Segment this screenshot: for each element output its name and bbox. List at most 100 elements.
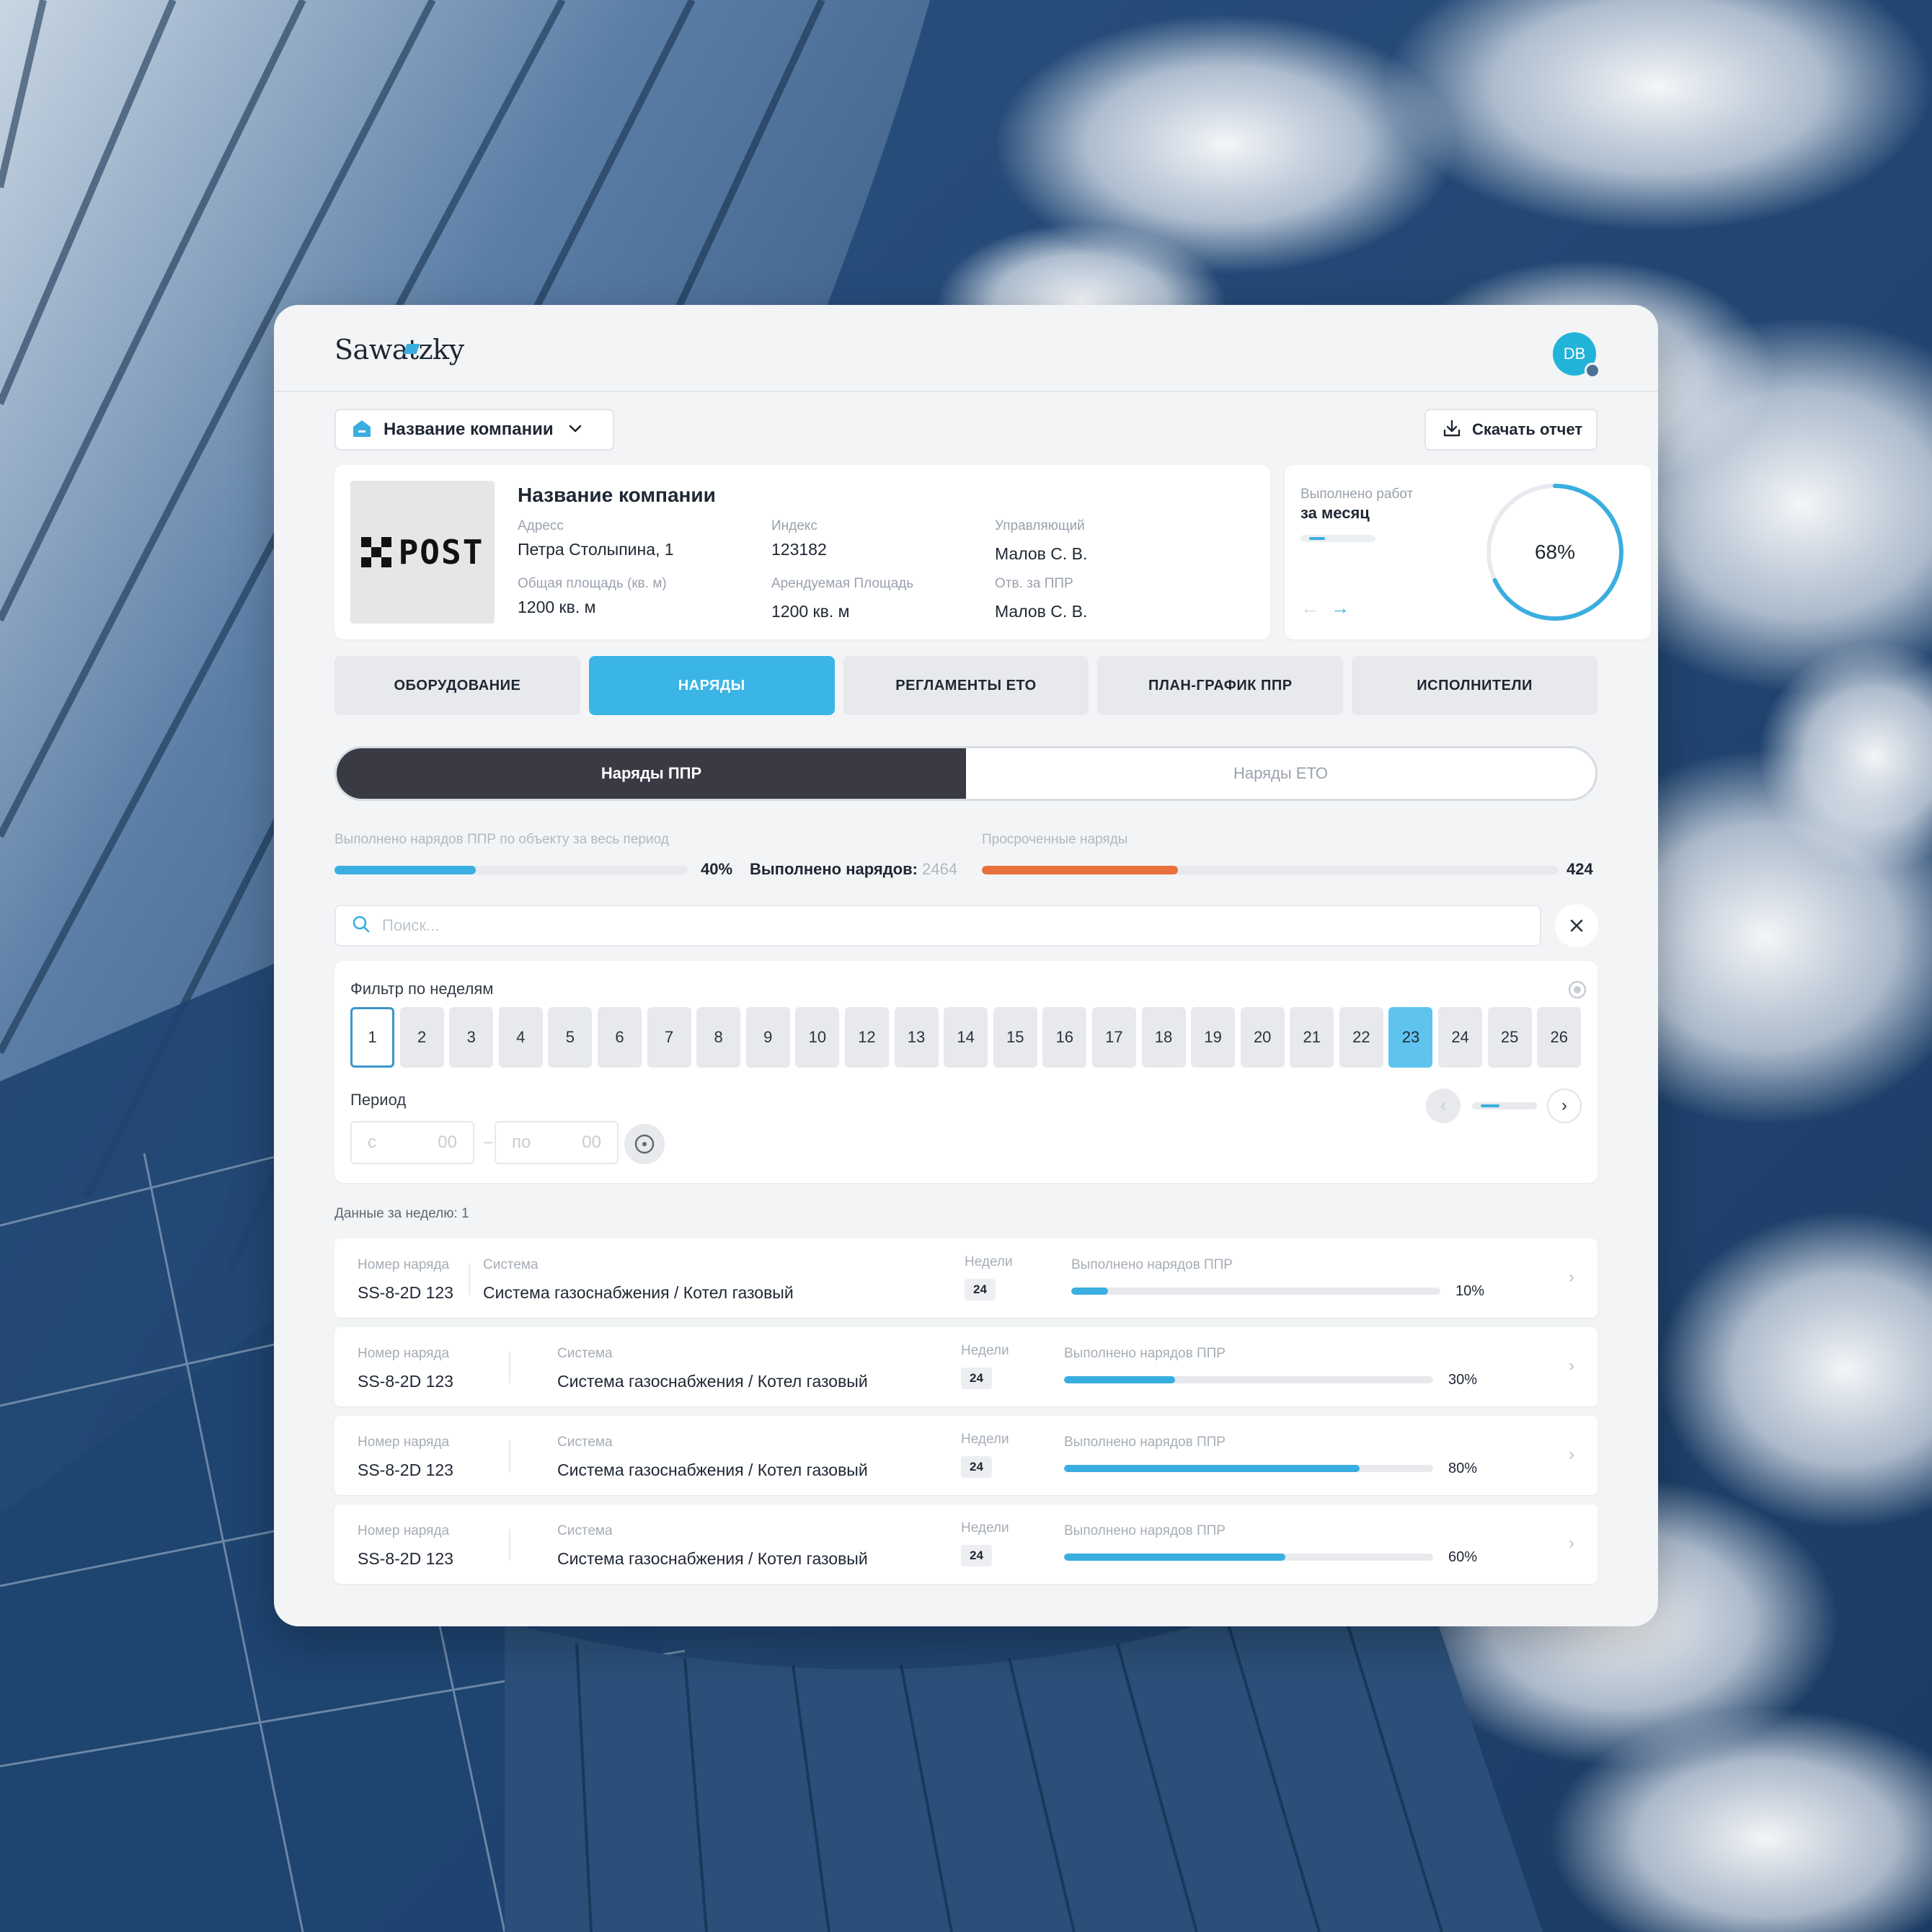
order-system-col: Система Система газоснабжения / Котел га…	[483, 1257, 794, 1303]
weeks-prev-button[interactable]: ‹	[1426, 1089, 1461, 1123]
period-to-input[interactable]: по 00	[495, 1121, 619, 1164]
week-button[interactable]: 26	[1537, 1007, 1582, 1068]
order-progress-label: Выполнено нарядов ППР	[1071, 1257, 1233, 1272]
week-filter-title: Фильтр по неделям	[350, 980, 494, 998]
order-weeks-badge: 24	[961, 1545, 992, 1567]
week-button[interactable]: 5	[548, 1007, 593, 1068]
week-button[interactable]: 2	[399, 1007, 444, 1068]
address-value: Петра Столыпина, 1	[518, 540, 674, 559]
week-buttons: 1 2 3 4 5 6 7 8 9 10 12 13 14 15 16 17 18 19 20 21 22 23 24 25 2…	[350, 1007, 1582, 1068]
week-button[interactable]: 10	[795, 1007, 840, 1068]
ppr-responsible-label: Отв. за ППР	[995, 576, 1073, 591]
week-button[interactable]: 24	[1438, 1007, 1483, 1068]
order-weeks-badge: 24	[961, 1368, 992, 1389]
area-value: 1200 кв. м	[518, 598, 596, 616]
week-button[interactable]: 21	[1290, 1007, 1334, 1068]
arrow-right-icon[interactable]: →	[1331, 597, 1350, 619]
week-button[interactable]: 4	[498, 1007, 543, 1068]
company-select-label: Название компании	[384, 420, 554, 439]
status-dot	[1585, 363, 1600, 378]
company-select[interactable]: Название компании	[334, 409, 614, 451]
order-progress-col: Выполнено нарядов ППР	[1064, 1435, 1226, 1450]
order-weeks-label: Недели	[961, 1343, 1009, 1358]
order-progress-bar	[1064, 1376, 1433, 1383]
column-divider	[509, 1440, 510, 1472]
tab-equipment[interactable]: ОБОРУДОВАНИЕ	[334, 656, 580, 715]
address-field: Адресс Петра Столыпина, 1	[518, 518, 674, 559]
order-progress-label: Выполнено нарядов ППР	[1064, 1435, 1226, 1450]
tab-orders[interactable]: НАРЯДЫ	[588, 656, 835, 715]
order-row[interactable]: Номер наряда SS-8-2D 123 Система Система…	[334, 1416, 1598, 1495]
order-row[interactable]: Номер наряда SS-8-2D 123 Система Система…	[334, 1238, 1598, 1318]
order-progress-bar	[1071, 1288, 1440, 1295]
weeks-next-button[interactable]: ›	[1547, 1089, 1582, 1123]
period-reset-button[interactable]	[624, 1124, 665, 1164]
segment-eto-orders[interactable]: Наряды ЕТО	[966, 748, 1595, 799]
week-button[interactable]: 1	[350, 1007, 394, 1068]
week-button[interactable]: 8	[696, 1007, 741, 1068]
segment-ppr-orders[interactable]: Наряды ППР	[337, 748, 966, 799]
week-button[interactable]: 18	[1141, 1007, 1186, 1068]
order-weeks-label: Недели	[961, 1520, 1009, 1536]
order-number-label: Номер наряда	[358, 1346, 450, 1361]
order-progress-percent: 60%	[1448, 1549, 1478, 1565]
index-label: Индекс	[771, 518, 817, 533]
week-button[interactable]: 12	[844, 1007, 889, 1068]
clear-search-button[interactable]	[1555, 904, 1598, 947]
period-to-placeholder: по	[512, 1133, 531, 1152]
download-report-label: Скачать отчет	[1472, 420, 1583, 438]
week-button[interactable]: 22	[1339, 1007, 1383, 1068]
works-progress-card: Выполнено работ за месяц ← → 68%	[1285, 465, 1651, 639]
order-number-label: Номер наряда	[358, 1435, 450, 1450]
period-title: Период	[350, 1091, 407, 1109]
search-input[interactable]	[382, 916, 1463, 935]
manager-label: Управляющий	[995, 518, 1085, 533]
week-button[interactable]: 23	[1388, 1007, 1433, 1068]
download-icon	[1442, 418, 1462, 442]
filter-reset-icon[interactable]	[1568, 980, 1587, 1003]
order-number-label: Номер наряда	[358, 1257, 450, 1272]
week-button[interactable]: 7	[647, 1007, 691, 1068]
order-number: SS-8-2D 123	[358, 1461, 453, 1479]
week-button[interactable]: 3	[449, 1007, 494, 1068]
tab-ppr-schedule[interactable]: ПЛАН-ГРАФИК ППР	[1097, 656, 1344, 715]
arrow-left-icon[interactable]: ←	[1300, 597, 1319, 619]
chevron-right-icon: ›	[1569, 1356, 1574, 1375]
order-weeks-label: Недели	[961, 1432, 1009, 1447]
order-progress-fill	[1064, 1554, 1286, 1561]
order-system-col: Система Система газоснабжения / Котел га…	[557, 1346, 868, 1391]
done-progress-fill	[334, 866, 476, 874]
tab-executors[interactable]: ИСПОЛНИТЕЛИ	[1352, 656, 1598, 715]
week-data-label: Данные за неделю: 1	[334, 1206, 469, 1221]
week-button[interactable]: 16	[1042, 1007, 1087, 1068]
week-button[interactable]: 9	[745, 1007, 790, 1068]
week-button[interactable]: 15	[993, 1007, 1037, 1068]
period-from-input[interactable]: с 00	[350, 1121, 474, 1164]
week-button[interactable]: 14	[944, 1007, 988, 1068]
index-field: Индекс 123182	[771, 518, 827, 559]
week-button[interactable]: 13	[894, 1007, 939, 1068]
order-number-col: Номер наряда SS-8-2D 123	[358, 1257, 453, 1303]
order-progress-col: Выполнено нарядов ППР	[1064, 1346, 1226, 1362]
order-number-col: Номер наряда SS-8-2D 123	[358, 1523, 453, 1569]
order-weeks-col: Недели 24	[965, 1254, 1013, 1300]
order-progress-fill	[1071, 1288, 1109, 1295]
order-progress-percent: 10%	[1455, 1283, 1485, 1299]
user-avatar[interactable]: DB	[1553, 332, 1600, 378]
order-number: SS-8-2D 123	[358, 1549, 453, 1568]
week-button[interactable]: 25	[1487, 1007, 1532, 1068]
order-row[interactable]: Номер наряда SS-8-2D 123 Система Система…	[334, 1327, 1598, 1406]
brand-logo[interactable]: Sawatzky	[334, 334, 464, 365]
order-progress-col: Выполнено нарядов ППР	[1064, 1523, 1226, 1539]
week-button[interactable]: 20	[1240, 1007, 1285, 1068]
weeks-pager-indicator	[1472, 1102, 1537, 1109]
download-report-button[interactable]: Скачать отчет	[1424, 409, 1598, 451]
order-system: Система газоснабжения / Котел газовый	[557, 1461, 868, 1479]
tab-eto-regulations[interactable]: РЕГЛАМЕНТЫ ЕТО	[843, 656, 1089, 715]
manager-field: Управляющий Малов С. В.	[995, 518, 1087, 564]
period-from-placeholder: с	[368, 1133, 376, 1152]
week-button[interactable]: 6	[597, 1007, 642, 1068]
week-button[interactable]: 19	[1191, 1007, 1236, 1068]
week-button[interactable]: 17	[1091, 1007, 1136, 1068]
order-row[interactable]: Номер наряда SS-8-2D 123 Система Система…	[334, 1505, 1598, 1584]
